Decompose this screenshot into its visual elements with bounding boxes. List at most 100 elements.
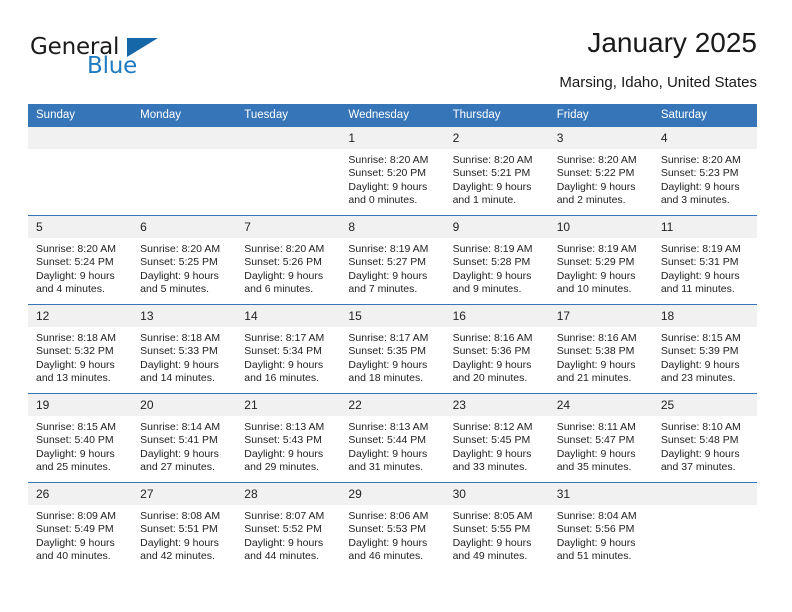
sunset-text: Sunset: 5:56 PM <box>556 523 635 536</box>
general-blue-logo[interactable]: General Blue <box>28 36 208 92</box>
day-sun-info: Sunrise: 8:04 AM Sunset: 5:56 PM Daylight:… <box>549 505 653 564</box>
daylight-text-line2: and 44 minutes. <box>244 550 319 563</box>
sunset-text: Sunset: 5:40 PM <box>36 434 114 447</box>
sunset-text: Sunset: 5:49 PM <box>36 523 114 536</box>
calendar-day-cell-empty <box>132 126 237 216</box>
calendar-day-cell[interactable]: 6 Sunrise: 8:20 AM Sunset: 5:25 PM Daylight… <box>132 215 237 305</box>
sunset-text: Sunset: 5:31 PM <box>660 256 739 269</box>
sunrise-text: Sunrise: 8:17 AM <box>244 332 325 344</box>
calendar-day-cell[interactable]: 12 Sunrise: 8:18 AM Sunset: 5:32 PM Dayligh… <box>28 304 133 394</box>
daylight-text-line1: Daylight: 9 hours <box>244 447 324 460</box>
sunrise-text: Sunrise: 8:11 AM <box>556 421 636 433</box>
calendar-day-cell[interactable]: 31 Sunrise: 8:04 AM Sunset: 5:56 PM Dayligh… <box>548 482 653 571</box>
sunset-text: Sunset: 5:52 PM <box>244 523 322 536</box>
sunrise-text: Sunrise: 8:05 AM <box>452 510 533 522</box>
calendar-day-cell[interactable]: 20 Sunrise: 8:14 AM Sunset: 5:41 PM Dayligh… <box>132 393 237 483</box>
day-sun-info: Sunrise: 8:09 AM Sunset: 5:49 PM Daylight:… <box>28 505 132 564</box>
page-header: General Blue January 2025 Marsing, Idaho… <box>28 26 757 100</box>
day-number: 26 <box>28 483 133 505</box>
calendar-day-cell[interactable]: 17 Sunrise: 8:16 AM Sunset: 5:38 PM Dayligh… <box>548 304 653 394</box>
calendar-day-cell[interactable]: 3 Sunrise: 8:20 AM Sunset: 5:22 PM Daylight… <box>548 126 653 216</box>
calendar-day-cell[interactable]: 23 Sunrise: 8:12 AM Sunset: 5:45 PM Dayligh… <box>444 393 549 483</box>
daylight-text-line1: Daylight: 9 hours <box>348 269 428 282</box>
daylight-text-line1: Daylight: 9 hours <box>348 536 428 549</box>
sunset-text: Sunset: 5:43 PM <box>244 434 322 447</box>
daylight-text-line1: Daylight: 9 hours <box>556 536 636 549</box>
day-number <box>652 483 757 505</box>
calendar-day-cell[interactable]: 7 Sunrise: 8:20 AM Sunset: 5:26 PM Daylight… <box>236 215 341 305</box>
day-number: 28 <box>236 483 341 505</box>
calendar-day-cell[interactable]: 22 Sunrise: 8:13 AM Sunset: 5:44 PM Dayligh… <box>340 393 445 483</box>
sunrise-text: Sunrise: 8:19 AM <box>660 243 741 255</box>
daylight-text-line2: and 9 minutes. <box>452 283 522 296</box>
day-sun-info <box>132 149 236 154</box>
daylight-text-line1: Daylight: 9 hours <box>452 447 532 460</box>
sunrise-text: Sunrise: 8:20 AM <box>140 243 221 255</box>
day-sun-info: Sunrise: 8:17 AM Sunset: 5:34 PM Daylight:… <box>236 327 340 386</box>
sunset-text: Sunset: 5:25 PM <box>140 256 218 269</box>
calendar-day-cell[interactable]: 5 Sunrise: 8:20 AM Sunset: 5:24 PM Daylight… <box>28 215 133 305</box>
calendar-day-cell[interactable]: 10 Sunrise: 8:19 AM Sunset: 5:29 PM Dayligh… <box>548 215 653 305</box>
calendar-day-cell[interactable]: 15 Sunrise: 8:17 AM Sunset: 5:35 PM Dayligh… <box>340 304 445 394</box>
calendar-day-cell[interactable]: 27 Sunrise: 8:08 AM Sunset: 5:51 PM Dayligh… <box>132 482 237 571</box>
sunrise-text: Sunrise: 8:20 AM <box>36 243 116 255</box>
sunset-text: Sunset: 5:44 PM <box>348 434 427 447</box>
sunset-text: Sunset: 5:27 PM <box>348 256 427 269</box>
calendar-day-cell[interactable]: 24 Sunrise: 8:11 AM Sunset: 5:47 PM Dayligh… <box>548 393 653 483</box>
day-sun-info <box>653 505 757 510</box>
day-sun-info: Sunrise: 8:06 AM Sunset: 5:53 PM Daylight:… <box>340 505 444 564</box>
daylight-text-line2: and 5 minutes. <box>140 283 210 296</box>
sunrise-text: Sunrise: 8:15 AM <box>36 421 116 433</box>
calendar-day-cell[interactable]: 21 Sunrise: 8:13 AM Sunset: 5:43 PM Dayligh… <box>236 393 341 483</box>
daylight-text-line1: Daylight: 9 hours <box>348 447 428 460</box>
calendar-day-cell[interactable]: 19 Sunrise: 8:15 AM Sunset: 5:40 PM Dayligh… <box>28 393 133 483</box>
sunrise-text: Sunrise: 8:12 AM <box>452 421 533 433</box>
calendar-day-cell[interactable]: 14 Sunrise: 8:17 AM Sunset: 5:34 PM Dayligh… <box>236 304 341 394</box>
sunrise-text: Sunrise: 8:15 AM <box>660 332 741 344</box>
day-sun-info: Sunrise: 8:18 AM Sunset: 5:33 PM Daylight:… <box>132 327 236 386</box>
sunset-text: Sunset: 5:22 PM <box>556 167 635 180</box>
daylight-text-line2: and 14 minutes. <box>140 372 215 385</box>
calendar-day-cell[interactable]: 9 Sunrise: 8:19 AM Sunset: 5:28 PM Daylight… <box>444 215 549 305</box>
day-number: 16 <box>444 305 549 327</box>
sunrise-text: Sunrise: 8:18 AM <box>36 332 116 344</box>
calendar-day-cell[interactable]: 28 Sunrise: 8:07 AM Sunset: 5:52 PM Dayligh… <box>236 482 341 571</box>
day-number: 7 <box>236 216 341 238</box>
calendar-day-cell[interactable]: 2 Sunrise: 8:20 AM Sunset: 5:21 PM Daylight… <box>444 126 549 216</box>
sunset-text: Sunset: 5:24 PM <box>36 256 114 269</box>
calendar-day-cell[interactable]: 4 Sunrise: 8:20 AM Sunset: 5:23 PM Daylight… <box>652 126 757 216</box>
day-number: 22 <box>340 394 445 416</box>
calendar-day-cell[interactable]: 8 Sunrise: 8:19 AM Sunset: 5:27 PM Daylight… <box>340 215 445 305</box>
daylight-text-line2: and 10 minutes. <box>556 283 632 296</box>
calendar-day-cell[interactable]: 26 Sunrise: 8:09 AM Sunset: 5:49 PM Dayligh… <box>28 482 133 571</box>
daylight-text-line1: Daylight: 9 hours <box>452 358 532 371</box>
calendar-day-cell[interactable]: 18 Sunrise: 8:15 AM Sunset: 5:39 PM Dayligh… <box>652 304 757 394</box>
day-number: 19 <box>28 394 133 416</box>
calendar-day-cell[interactable]: 13 Sunrise: 8:18 AM Sunset: 5:33 PM Dayligh… <box>132 304 237 394</box>
daylight-text-line2: and 27 minutes. <box>140 461 215 474</box>
calendar-day-cell[interactable]: 1 Sunrise: 8:20 AM Sunset: 5:20 PM Daylight… <box>340 126 445 216</box>
calendar-day-cell[interactable]: 16 Sunrise: 8:16 AM Sunset: 5:36 PM Dayligh… <box>444 304 549 394</box>
day-number: 18 <box>652 305 757 327</box>
calendar-day-cell-empty <box>236 126 341 216</box>
sunset-text: Sunset: 5:23 PM <box>660 167 739 180</box>
calendar-day-cell[interactable]: 25 Sunrise: 8:10 AM Sunset: 5:48 PM Dayligh… <box>652 393 757 483</box>
calendar-day-cell[interactable]: 30 Sunrise: 8:05 AM Sunset: 5:55 PM Dayligh… <box>444 482 549 571</box>
calendar-day-cell[interactable]: 29 Sunrise: 8:06 AM Sunset: 5:53 PM Dayligh… <box>340 482 445 571</box>
sunset-text: Sunset: 5:20 PM <box>348 167 427 180</box>
calendar-day-cell[interactable]: 11 Sunrise: 8:19 AM Sunset: 5:31 PM Dayligh… <box>652 215 757 305</box>
day-number: 31 <box>548 483 653 505</box>
sunrise-text: Sunrise: 8:13 AM <box>348 421 429 433</box>
weekday-header-friday: Friday <box>548 104 653 127</box>
daylight-text-line2: and 23 minutes. <box>660 372 736 385</box>
daylight-text-line1: Daylight: 9 hours <box>660 180 740 193</box>
day-sun-info: Sunrise: 8:11 AM Sunset: 5:47 PM Daylight:… <box>549 416 653 475</box>
daylight-text-line1: Daylight: 9 hours <box>452 180 532 193</box>
daylight-text-line2: and 51 minutes. <box>556 550 632 563</box>
daylight-text-line2: and 42 minutes. <box>140 550 215 563</box>
daylight-text-line2: and 25 minutes. <box>36 461 111 474</box>
day-sun-info: Sunrise: 8:20 AM Sunset: 5:21 PM Daylight:… <box>445 149 549 208</box>
day-number: 6 <box>132 216 237 238</box>
day-sun-info: Sunrise: 8:07 AM Sunset: 5:52 PM Daylight:… <box>236 505 340 564</box>
day-number: 4 <box>652 127 757 149</box>
